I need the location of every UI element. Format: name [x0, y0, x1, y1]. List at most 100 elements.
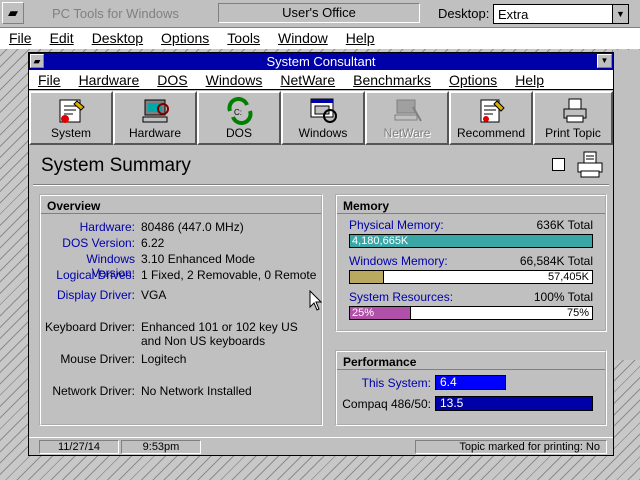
outer-title-bar: ▰ PC Tools for Windows User's Office Des…	[0, 0, 640, 28]
overview-title-strip: Overview	[41, 196, 321, 214]
outer-menu-options[interactable]: Options	[152, 28, 218, 48]
hardware-icon	[142, 99, 169, 123]
overview-row-label: Mouse Driver:	[60, 352, 135, 366]
toolbar-system-label: System	[50, 126, 91, 140]
office-label: User's Office	[282, 5, 356, 20]
performance-bar: 13.5	[435, 396, 593, 411]
memory-item-label: System Resources:	[349, 290, 454, 304]
memory-item-total: 636K Total	[536, 218, 594, 232]
menu-dos[interactable]: DOS	[148, 70, 196, 90]
overview-row-label[interactable]: Display Driver:	[41, 288, 135, 302]
memory-bar-text: 4,180,665K	[352, 235, 409, 247]
toolbar-netware-button[interactable]: NetWare	[365, 91, 449, 145]
print-checkbox[interactable]	[552, 158, 565, 171]
overview-title: Overview	[47, 199, 101, 213]
performance-bar-value: 13.5	[440, 396, 464, 410]
outer-menu-window[interactable]: Window	[269, 28, 337, 48]
overview-row-label: Keyboard Driver:	[44, 320, 135, 334]
overview-row-value: 3.10 Enhanced Mode	[141, 252, 256, 266]
netware-icon	[394, 99, 422, 122]
overview-row-value: VGA	[141, 288, 167, 302]
performance-item-label: Compaq 486/50:	[342, 397, 431, 411]
status-time: 9:53pm	[121, 440, 201, 454]
toolbar-system-button[interactable]: System	[29, 91, 113, 145]
menu-hardware[interactable]: Hardware	[70, 70, 149, 90]
print-topic-icon[interactable]	[575, 150, 605, 180]
toolbar-windows-button[interactable]: Windows	[281, 91, 365, 145]
memory-bar-text: 25%	[352, 307, 375, 319]
office-label-box: User's Office	[218, 3, 420, 23]
desktop-select[interactable]: Extra ▼	[493, 4, 629, 24]
memory-bar-remaining: 57,405K	[548, 271, 589, 283]
overview-row-label[interactable]: DOS Version:	[41, 236, 135, 250]
overview-row-label[interactable]: Hardware:	[41, 220, 135, 234]
memory-item-label: Windows Memory:	[349, 254, 448, 268]
menu-file[interactable]: File	[29, 70, 70, 90]
memory-bar-fill	[350, 271, 384, 283]
menu-windows[interactable]: Windows	[197, 70, 272, 90]
outer-menu-bar: File Edit Desktop Options Tools Window Help	[0, 28, 640, 49]
menu-options[interactable]: Options	[440, 70, 506, 90]
memory-item-total: 100% Total	[533, 290, 593, 304]
outer-system-menu-icon[interactable]: ▰	[2, 2, 24, 24]
toolbar-print-topic-button[interactable]: Print Topic	[533, 91, 613, 145]
menu-benchmarks[interactable]: Benchmarks	[344, 70, 440, 90]
outer-menu-edit[interactable]: Edit	[41, 28, 83, 48]
outer-menu-help[interactable]: Help	[337, 28, 384, 48]
summary-title: System Summary	[41, 155, 191, 176]
performance-bar: 6.4	[435, 375, 507, 390]
overview-row-value: 6.22	[141, 236, 165, 250]
overview-row-value: Enhanced 101 or 102 key US and Non US ke…	[141, 320, 298, 348]
toolbar-windows-label: Windows	[298, 126, 348, 140]
window-title-bar: ▰ System Consultant ▼	[29, 53, 613, 70]
menu-netware[interactable]: NetWare	[271, 70, 344, 90]
system-icon	[59, 99, 85, 123]
performance-bar-value: 6.4	[440, 375, 457, 389]
overview-box: Overview Hardware: 80486 (447.0 MHz) DOS V…	[39, 194, 323, 426]
toolbar-netware-label: NetWare	[383, 126, 431, 140]
memory-bar: 4,180,665K	[349, 234, 593, 248]
toolbar: System Hardware C: DOS Windows NetWare R…	[29, 91, 613, 145]
outer-menu-file[interactable]: File	[0, 28, 41, 48]
performance-title-strip: Performance	[337, 352, 605, 370]
outer-menu-tools[interactable]: Tools	[218, 28, 269, 48]
window-title: System Consultant	[266, 54, 376, 69]
memory-title: Memory	[343, 199, 390, 213]
overview-row-value: No Network Installed	[141, 384, 252, 398]
minimize-button[interactable]: ▼	[597, 54, 612, 68]
status-message: Topic marked for printing: No	[415, 440, 607, 454]
window-menu-bar: File Hardware DOS Windows NetWare Benchmarks O…	[29, 70, 613, 90]
printer-icon	[563, 98, 587, 123]
outer-menu-desktop[interactable]: Desktop	[83, 28, 152, 48]
overview-row-value: 1 Fixed, 2 Removable, 0 Remote	[141, 268, 317, 282]
mouse-pointer-icon	[309, 290, 323, 311]
chevron-down-icon[interactable]: ▼	[612, 5, 628, 23]
memory-bar: 25% 75%	[349, 306, 593, 320]
performance-title: Performance	[343, 355, 417, 369]
outer-app-title: PC Tools for Windows	[52, 6, 179, 21]
overview-row-value: Logitech	[141, 352, 187, 366]
memory-bar: 57,405K	[349, 270, 593, 284]
status-bar: 11/27/14 9:53pm Topic marked for printin…	[29, 437, 613, 455]
recommend-icon	[480, 99, 505, 123]
toolbar-dos-label: DOS	[225, 126, 252, 140]
background-window-edge	[612, 50, 640, 360]
overview-row-label: Network Driver:	[52, 384, 135, 398]
svg-text:C:: C:	[234, 108, 242, 117]
memory-item-label: Physical Memory:	[349, 218, 444, 232]
menu-help[interactable]: Help	[506, 70, 553, 90]
status-date: 11/27/14	[39, 440, 119, 454]
memory-title-strip: Memory	[337, 196, 605, 214]
performance-item-label: This System:	[361, 376, 431, 390]
toolbar-hardware-button[interactable]: Hardware	[113, 91, 197, 145]
memory-bar-remaining: 75%	[566, 307, 589, 319]
desktop-select-value: Extra	[498, 7, 529, 22]
toolbar-recommend-button[interactable]: Recommend	[449, 91, 533, 145]
windows-icon	[310, 98, 337, 123]
toolbar-dos-button[interactable]: C: DOS	[197, 91, 281, 145]
memory-box: Memory Physical Memory: 636K Total 4,180,6…	[335, 194, 607, 332]
system-consultant-window: ▰ System Consultant ▼ File Hardware DOS Win…	[28, 52, 614, 456]
performance-box: Performance This System: 6.4 Compaq 486/50…	[335, 350, 607, 426]
memory-item-total: 66,584K Total	[519, 254, 593, 268]
overview-row-label[interactable]: Logical Drives:	[41, 268, 135, 282]
